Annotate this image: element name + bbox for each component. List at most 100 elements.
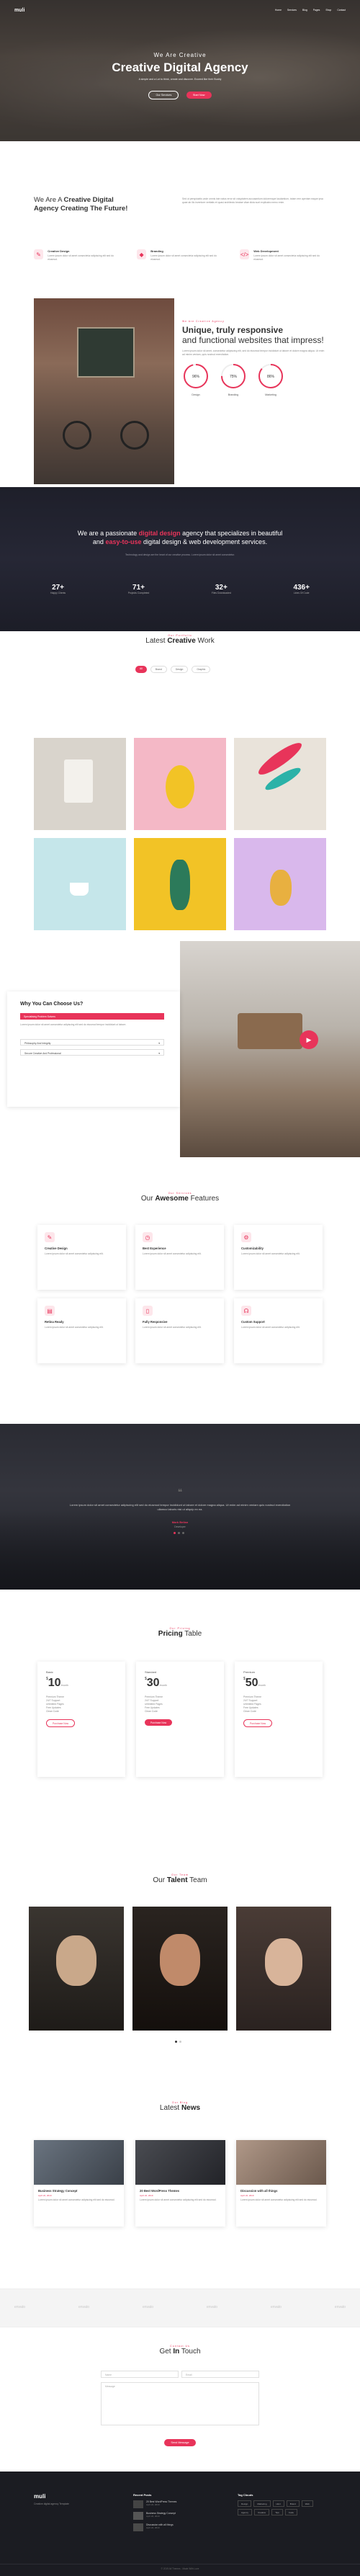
nav-item-contact[interactable]: Contact xyxy=(337,9,346,12)
nav-item-services[interactable]: Services xyxy=(287,9,297,12)
filter-design[interactable]: Design xyxy=(170,666,189,673)
plan-name: Basic xyxy=(46,1670,53,1674)
filter-graphic[interactable]: Graphic xyxy=(192,666,211,673)
why-item[interactable]: Philosophy And Integrity ▾ xyxy=(20,1039,164,1046)
nav-item-shop[interactable]: Shop xyxy=(325,9,331,12)
filter-brand[interactable]: Brand xyxy=(150,666,167,673)
client-logo: envato xyxy=(270,2305,282,2309)
mug-shape xyxy=(64,759,93,803)
skill-value: 86% xyxy=(267,375,275,379)
footer-post[interactable]: Business Strategy Concept April 22, 2019 xyxy=(133,2512,227,2520)
footer-logo[interactable]: muli xyxy=(34,2493,113,2500)
message-textarea[interactable]: Message xyxy=(101,2382,259,2425)
footer-recent-posts: Recent Posts 20 Best WordPress Themes Apr… xyxy=(133,2493,227,2531)
tag-link[interactable]: Code xyxy=(284,2509,297,2515)
news-post-date: April 22, 2019 xyxy=(240,2194,254,2197)
news-card[interactable]: Discussion with all things April 22, 201… xyxy=(236,2140,326,2227)
suitcase-shape xyxy=(238,1013,302,1049)
stat-item: 436+ Lines Of Code xyxy=(293,584,310,594)
stat-item: 71+ Projects Completed xyxy=(128,584,150,594)
plan-price: 50 xyxy=(245,1677,258,1689)
slider-dot[interactable] xyxy=(178,1532,180,1534)
clients-section: envato envato envato envato envato envat… xyxy=(0,2288,360,2327)
stat-label: Happy Clients xyxy=(50,592,66,594)
nav-item-pages[interactable]: Pages xyxy=(313,9,320,12)
shop-window xyxy=(77,327,135,378)
title-pre: Get xyxy=(159,2348,174,2356)
tag-link[interactable]: Agency xyxy=(238,2509,253,2515)
footer-post-date: April 22, 2019 xyxy=(146,2503,160,2506)
passion-text: Technology and design are the heart of o… xyxy=(125,553,235,556)
headset-icon: ☊ xyxy=(241,1306,251,1316)
why-item[interactable]: Secure Creative And Professional ▾ xyxy=(20,1049,164,1056)
portfolio-item-pineapple-glasses[interactable] xyxy=(134,738,226,830)
tag-link[interactable]: Web xyxy=(301,2500,313,2507)
stat-value: 32+ xyxy=(215,584,228,592)
responsive-text: Lorem ipsum dolor sit amet, consectetur … xyxy=(182,349,325,356)
skill-value: 96% xyxy=(192,375,200,379)
purchase-button[interactable]: Purchase Now xyxy=(145,1719,173,1726)
team-member-photo[interactable] xyxy=(236,1907,331,2031)
slider-dot[interactable] xyxy=(182,1532,184,1534)
news-post-title[interactable]: 20 Best WordPress Themes xyxy=(140,2189,221,2193)
name-input[interactable]: Name xyxy=(101,2371,179,2378)
news-post-title[interactable]: Discussion with all things xyxy=(240,2189,322,2193)
feature-text: Lorem ipsum dolor sit amet consectetur a… xyxy=(150,254,217,261)
portfolio-item-mug[interactable] xyxy=(34,738,126,830)
slider-dot[interactable] xyxy=(174,1532,176,1534)
slider-dot[interactable] xyxy=(179,2041,181,2043)
title-post: Work xyxy=(195,637,215,645)
news-image xyxy=(135,2140,225,2185)
portfolio-item-feathers[interactable] xyxy=(234,738,326,830)
send-message-button[interactable]: Send Message xyxy=(164,2439,196,2446)
news-post-title[interactable]: Business Strategy Concept xyxy=(38,2189,120,2193)
feature-card: ⚙ Customizability Lorem ipsum dolor sit am… xyxy=(234,1225,323,1290)
our-services-button[interactable]: Our Services xyxy=(148,91,179,99)
skills-circles: 96% Design 75% Branding 86% Marketing xyxy=(182,362,326,396)
team-member-photo[interactable] xyxy=(132,1907,228,2031)
email-input[interactable]: Email xyxy=(181,2371,259,2378)
feature-card-title: Retina Ready xyxy=(45,1320,64,1324)
bicycle-wheel xyxy=(120,421,149,450)
portfolio-item-pineapple-pink[interactable] xyxy=(234,838,326,930)
team-member-photo[interactable] xyxy=(29,1907,124,2031)
skill-label: Marketing xyxy=(265,393,276,396)
purchase-button[interactable]: Purchase Now xyxy=(46,1719,76,1727)
nav-item-blog[interactable]: Blog xyxy=(302,9,307,12)
tag-link[interactable]: Creative xyxy=(254,2509,270,2515)
footer-post[interactable]: 20 Best WordPress Themes April 22, 2019 xyxy=(133,2500,227,2508)
testimonial-section: ❝ Lorem ipsum dolor sit amet consectetur… xyxy=(0,1424,360,1590)
feature-card-text: Lorem ipsum dolor sit amet consectetur a… xyxy=(45,1252,104,1255)
news-card[interactable]: 20 Best WordPress Themes April 22, 2019 … xyxy=(135,2140,225,2227)
purchase-button[interactable]: Purchase Now xyxy=(243,1719,273,1727)
start-now-button[interactable]: Start Now xyxy=(186,92,212,99)
feature-card: ◷ Best Experience Lorem ipsum dolor sit am… xyxy=(135,1225,224,1290)
news-card[interactable]: Business Strategy Concept April 22, 2019… xyxy=(34,2140,124,2227)
hero-section: muli Home Services Blog Pages Shop Conta… xyxy=(0,0,360,141)
skill-circle: 86% Marketing xyxy=(257,362,284,396)
tag-link[interactable]: Design xyxy=(238,2500,252,2507)
filter-all[interactable]: All xyxy=(135,666,147,673)
tag-link[interactable]: Brand xyxy=(286,2500,300,2507)
responsive-tag: We Are Creative Agency xyxy=(182,320,225,323)
bicycle-wheel xyxy=(63,421,91,450)
footer-post[interactable]: Discussion with all things April 22, 2019 xyxy=(133,2523,227,2531)
logo[interactable]: muli xyxy=(14,8,24,13)
title-pre: Our xyxy=(153,1876,167,1884)
plan-feature: Clean Code xyxy=(243,1710,256,1713)
stat-value: 71+ xyxy=(132,584,145,592)
portfolio-item-pineapple-yellow[interactable] xyxy=(134,838,226,930)
portfolio-item-coffee[interactable] xyxy=(34,838,126,930)
post-thumb xyxy=(133,2500,143,2508)
plan-name: Premium xyxy=(243,1670,256,1674)
plan-price: 30 xyxy=(146,1677,160,1689)
tag-link[interactable]: Tips xyxy=(271,2509,283,2515)
slider-dot[interactable] xyxy=(175,2041,177,2043)
nav-item-home[interactable]: Home xyxy=(275,9,282,12)
tag-link[interactable]: Marketing xyxy=(253,2500,271,2507)
bicycle-shop-image xyxy=(34,298,174,484)
why-item-active[interactable]: Specialising Problem Solvers xyxy=(20,1013,164,1020)
tag-link[interactable]: Html xyxy=(272,2500,284,2507)
about-title-pre: We Are A xyxy=(34,196,64,204)
play-icon[interactable]: ▶ xyxy=(300,1030,318,1049)
